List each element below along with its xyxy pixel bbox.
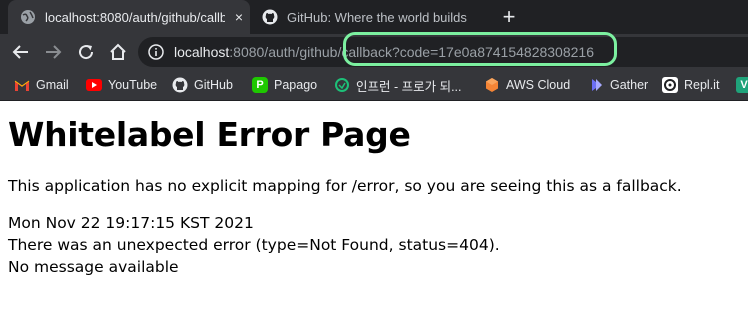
bookmark-label: Papago — [274, 78, 318, 92]
bookmark-overflow[interactable]: V — [736, 76, 748, 94]
globe-icon — [20, 9, 36, 25]
page-title: Whitelabel Error Page — [8, 115, 411, 154]
vue-icon: V — [736, 77, 748, 93]
close-tab-icon[interactable]: × — [231, 9, 247, 25]
page-content: Whitelabel Error Page This application h… — [0, 101, 748, 325]
url-host: localhost — [174, 44, 230, 60]
error-status: There was an unexpected error (type=Not … — [8, 236, 500, 254]
bookmark-gather[interactable]: Gather — [588, 76, 648, 94]
tab-title: GitHub: Where the world builds software … — [287, 9, 467, 25]
bookmark-label: Gmail — [36, 78, 69, 92]
github-icon — [262, 9, 278, 25]
info-icon[interactable] — [148, 44, 164, 60]
bookmark-label: YouTube — [108, 78, 158, 92]
gmail-icon — [14, 77, 30, 93]
tab-github[interactable]: GitHub: Where the world builds software … — [250, 0, 490, 34]
bookmark-label: AWS Cloud — [506, 78, 571, 92]
bookmark-label: Gather — [610, 78, 649, 92]
aws-icon — [484, 77, 500, 93]
error-timestamp: Mon Nov 22 19:17:15 KST 2021 — [8, 214, 254, 232]
youtube-icon — [86, 77, 102, 93]
inflearn-icon — [334, 77, 350, 93]
tab-strip: localhost:8080/auth/github/callback?code… — [0, 0, 748, 34]
replit-icon — [662, 77, 678, 93]
bookmark-label: Repl.it — [684, 78, 720, 92]
bookmarks-bar: Gmail YouTube GitHub P Papago 인프런 - 프로가 … — [0, 70, 748, 101]
tab-title: localhost:8080/auth/github/callback?code… — [45, 9, 225, 25]
bookmark-label: 인프런 - 프로가 되... — [356, 79, 462, 94]
new-tab-button[interactable]: + — [498, 6, 520, 29]
bookmark-gmail[interactable]: Gmail — [14, 76, 69, 94]
papago-icon: P — [252, 77, 268, 93]
callback-code-highlight — [343, 32, 617, 66]
forward-icon[interactable] — [42, 41, 64, 63]
bookmark-replit[interactable]: Repl.it — [662, 76, 719, 94]
bookmark-youtube[interactable]: YouTube — [86, 76, 157, 94]
bookmark-label: GitHub — [194, 78, 233, 92]
bookmark-inflearn[interactable]: 인프런 - 프로가 되... — [334, 76, 462, 94]
error-description: This application has no explicit mapping… — [8, 177, 682, 195]
back-icon[interactable] — [10, 41, 32, 63]
home-icon[interactable] — [107, 41, 129, 63]
github-icon — [172, 77, 188, 93]
tab-localhost[interactable]: localhost:8080/auth/github/callback?code… — [8, 0, 250, 34]
bookmark-papago[interactable]: P Papago — [252, 76, 317, 94]
bookmark-github[interactable]: GitHub — [172, 76, 233, 94]
gather-icon — [588, 77, 604, 93]
error-message: No message available — [8, 258, 179, 276]
reload-icon[interactable] — [75, 41, 97, 63]
bookmark-aws[interactable]: AWS Cloud — [484, 76, 570, 94]
